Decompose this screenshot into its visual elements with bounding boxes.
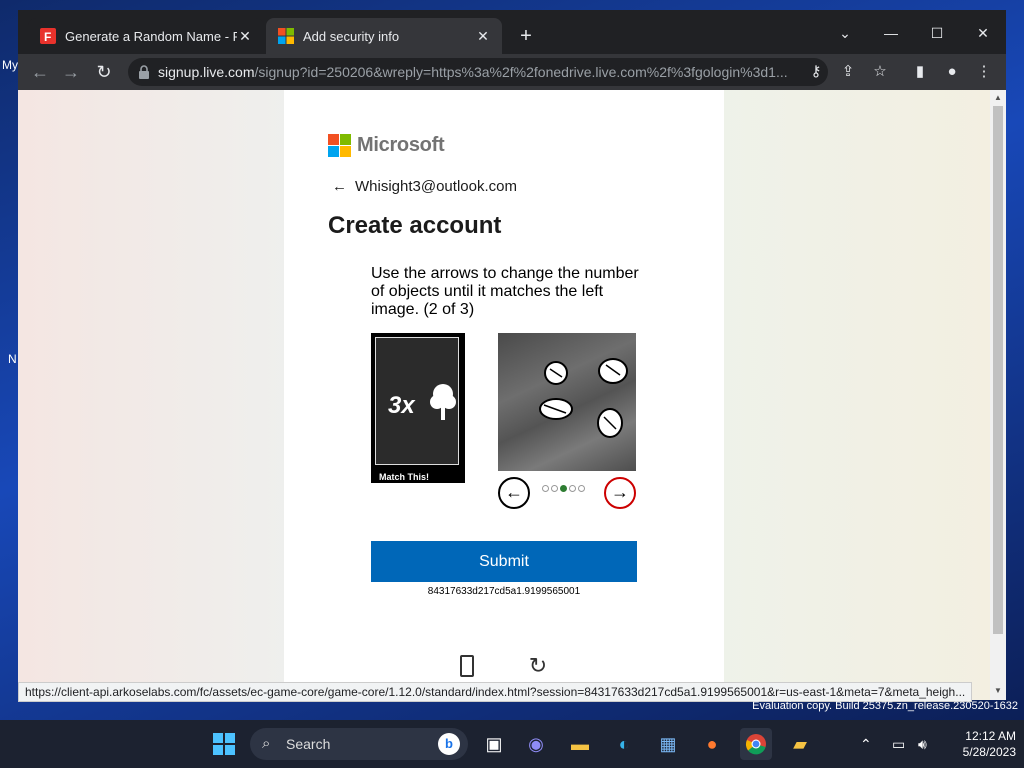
captcha-instruction: Use the arrows to change the number of o… <box>371 265 639 318</box>
store-icon[interactable]: ▦ <box>652 728 684 760</box>
microsoft-logo: Microsoft <box>328 134 445 157</box>
brand-wordmark: Microsoft <box>357 134 445 156</box>
share-icon[interactable]: ⇪ <box>836 60 860 84</box>
address-path: /signup?id=250206&wreply=https%3a%2f%2fo… <box>254 64 788 80</box>
page-viewport: Microsoft ← Whisight3@outlook.com Create… <box>18 90 990 700</box>
firefox-icon[interactable]: ● <box>696 728 728 760</box>
scroll-down-arrow-icon[interactable]: ▼ <box>993 686 1003 696</box>
file-explorer-icon[interactable]: ▬ <box>564 728 596 760</box>
profile-icon[interactable]: ● <box>940 60 964 84</box>
close-tab-icon[interactable]: ✕ <box>236 27 254 45</box>
session-id: 84317633d217cd5a1.9199565001 <box>427 586 581 597</box>
desktop-label-fragment: N <box>8 352 17 366</box>
captcha-reference-image: 3x Match This! <box>371 333 465 483</box>
microsoft-icon <box>278 28 294 44</box>
object-icons <box>539 358 628 438</box>
audio-challenge-icon[interactable] <box>460 655 474 677</box>
microsoft-logo-icon <box>328 134 351 157</box>
fakename-icon: F <box>40 28 56 44</box>
tab-add-security-info[interactable]: Add security info ✕ <box>266 18 502 54</box>
folder-icon[interactable]: ▰ <box>784 728 816 760</box>
os-watermark: Evaluation copy. Build 25375.zn_release.… <box>752 700 1018 712</box>
carousel-dot-active <box>560 485 567 492</box>
address-bar[interactable]: signup.live.com/signup?id=250206&wreply=… <box>128 58 828 86</box>
status-bar-url: https://client-api.arkoselabs.com/fc/ass… <box>18 682 973 702</box>
tab-title: Add security info <box>303 28 400 44</box>
back-arrow-icon[interactable]: ← <box>332 178 347 195</box>
close-tab-icon[interactable]: ✕ <box>474 27 492 45</box>
tree-icon <box>430 384 456 420</box>
chrome-icon[interactable] <box>740 728 772 760</box>
star-icon[interactable]: ☆ <box>868 60 892 84</box>
browser-toolbar: ← → ↻ signup.live.com/signup?id=250206&w… <box>18 54 1006 90</box>
previous-arrow-button[interactable]: ← <box>498 477 530 509</box>
lock-icon <box>139 65 149 79</box>
captcha-game-image <box>498 333 636 471</box>
menu-kebab-icon[interactable]: ⋮ <box>972 60 996 84</box>
scroll-thumb[interactable] <box>993 106 1003 634</box>
scroll-up-arrow-icon[interactable]: ▲ <box>993 93 1003 103</box>
identity-banner[interactable]: ← Whisight3@outlook.com <box>332 178 517 195</box>
start-windows-icon[interactable] <box>208 728 240 760</box>
clock-date: 5/28/2023 <box>962 745 1016 759</box>
clock-time: 12:12 AM <box>965 729 1016 743</box>
vertical-scrollbar[interactable]: ▲ ▼ <box>990 90 1006 700</box>
carousel-dot <box>551 485 558 492</box>
taskbar: ⌕ Search b ▣ ◉ ▬ ◐ ▦ ● ▰ ⌃ ▭ 🔊︎ 12:12 AM… <box>0 720 1024 768</box>
teams-chat-icon[interactable]: ◉ <box>520 728 552 760</box>
new-tab-button[interactable]: + <box>514 24 538 48</box>
minimize-button[interactable]: — <box>868 18 914 48</box>
carousel-dot <box>578 485 585 492</box>
edge-icon[interactable]: ◐ <box>608 728 640 760</box>
browser-window: F Generate a Random Name - Fake ✕ Add se… <box>18 10 1006 700</box>
page-title: Create account <box>328 212 502 239</box>
forward-arrow-icon[interactable]: → <box>58 59 84 85</box>
submit-button[interactable]: Submit <box>371 541 637 582</box>
network-icon[interactable]: ▭ <box>892 720 905 768</box>
signup-card: Microsoft ← Whisight3@outlook.com Create… <box>284 90 724 700</box>
back-arrow-icon[interactable]: ← <box>27 59 53 85</box>
tab-title: Generate a Random Name - Fake <box>65 28 237 44</box>
bing-icon[interactable]: b <box>438 733 460 755</box>
tab-search-chevron-icon[interactable]: ⌄ <box>822 18 868 48</box>
tab-strip: F Generate a Random Name - Fake ✕ Add se… <box>18 10 1006 54</box>
close-window-button[interactable]: ✕ <box>960 18 1006 48</box>
carousel-dot <box>569 485 576 492</box>
match-label: Match This! <box>379 472 430 482</box>
tab-fake-name-generator[interactable]: F Generate a Random Name - Fake ✕ <box>28 18 264 54</box>
reference-count: 3x <box>388 392 415 419</box>
identity-email: Whisight3@outlook.com <box>355 178 517 195</box>
reload-icon[interactable]: ↻ <box>91 59 117 85</box>
system-clock[interactable]: 12:12 AM 5/28/2023 <box>950 728 1016 760</box>
reload-challenge-icon[interactable]: ↻ <box>526 655 550 679</box>
carousel-dot <box>542 485 549 492</box>
carousel-dots <box>542 485 585 492</box>
desktop-label-fragment: My <box>2 58 18 72</box>
task-view-icon[interactable]: ▣ <box>478 728 510 760</box>
svg-text:F: F <box>44 30 51 44</box>
address-host: signup.live.com <box>158 64 255 80</box>
taskbar-search[interactable]: ⌕ Search b <box>250 728 468 760</box>
volume-icon[interactable]: 🔊︎ <box>918 720 927 768</box>
side-panel-icon[interactable]: ▮ <box>908 60 932 84</box>
search-placeholder: Search <box>286 736 331 752</box>
key-icon[interactable]: ⚷ <box>804 60 828 84</box>
search-icon: ⌕ <box>262 735 271 752</box>
show-hidden-icons-chevron[interactable]: ⌃ <box>860 720 872 768</box>
next-arrow-button[interactable]: → <box>604 477 636 509</box>
maximize-button[interactable]: ☐ <box>914 18 960 48</box>
